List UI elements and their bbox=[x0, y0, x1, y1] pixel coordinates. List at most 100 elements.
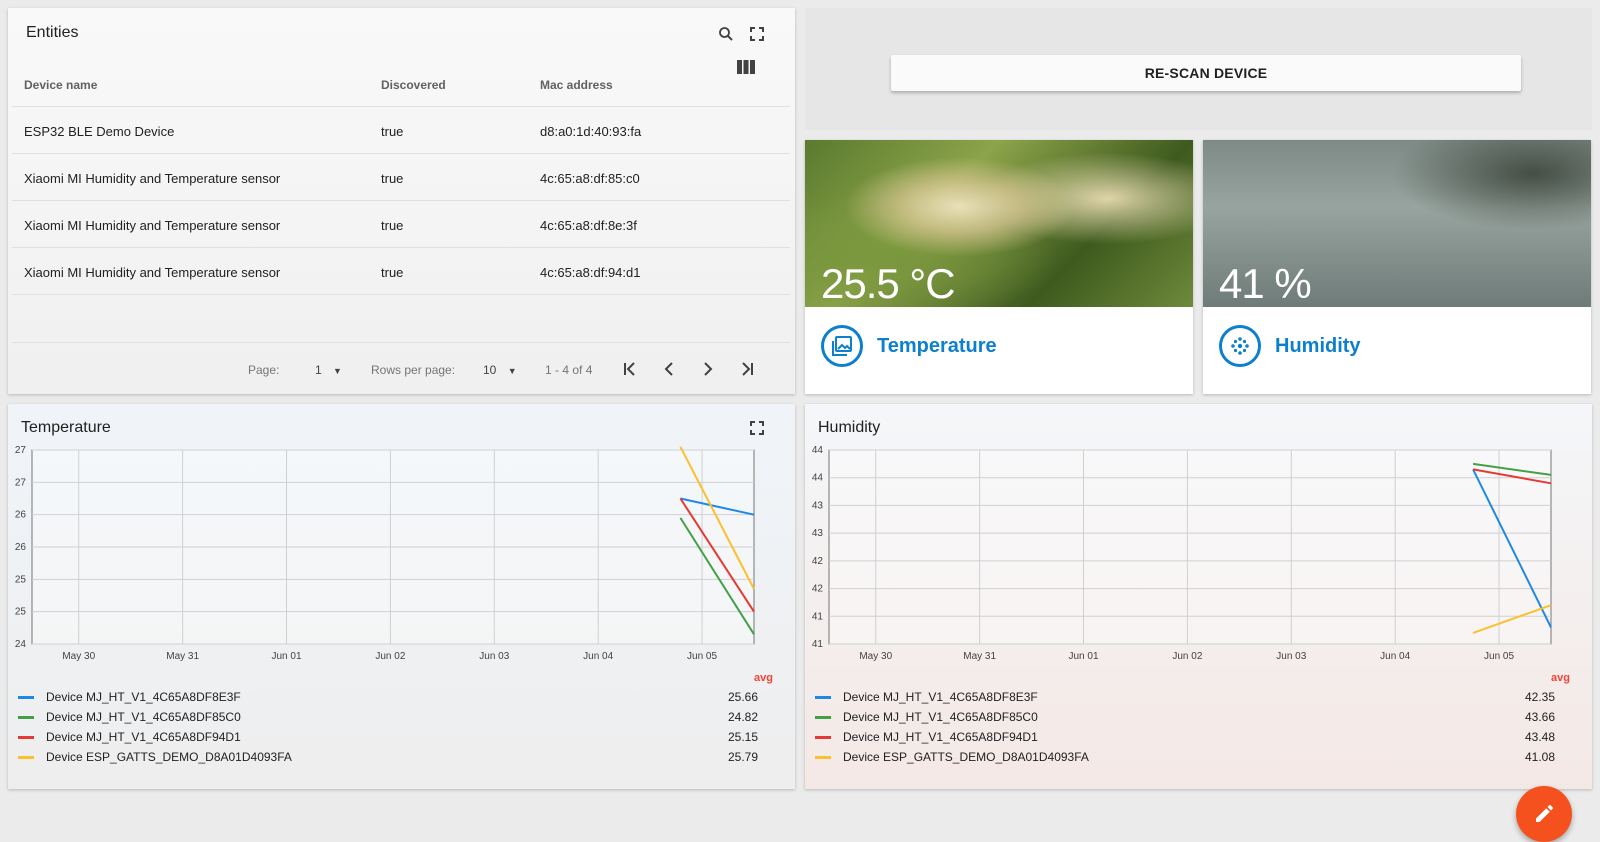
water-dots-icon[interactable] bbox=[1219, 325, 1261, 367]
legend-avg-value: 41.08 bbox=[1524, 750, 1555, 764]
x-tick-label: Jun 04 bbox=[1380, 651, 1410, 662]
page-label: Page: bbox=[248, 363, 280, 377]
legend-item[interactable]: Device MJ_HT_V1_4C65A8DF85C0 43.66 bbox=[815, 708, 1555, 726]
table-row[interactable]: Xiaomi MI Humidity and Temperature senso… bbox=[12, 247, 790, 294]
y-tick-label: 42 bbox=[812, 556, 824, 567]
y-tick-label: 41 bbox=[812, 639, 824, 650]
discovered-cell: true bbox=[381, 171, 404, 186]
y-tick-label: 25 bbox=[15, 574, 27, 585]
x-tick-label: Jun 04 bbox=[583, 651, 613, 662]
search-icon[interactable] bbox=[714, 22, 738, 46]
column-header-mac[interactable]: Mac address bbox=[540, 78, 613, 92]
x-tick-label: Jun 05 bbox=[687, 651, 717, 662]
fullscreen-icon[interactable] bbox=[745, 416, 769, 440]
legend-series-name: Device ESP_GATTS_DEMO_D8A01D4093FA bbox=[843, 750, 1089, 764]
legend-item[interactable]: Device ESP_GATTS_DEMO_D8A01D4093FA 41.08 bbox=[815, 748, 1555, 766]
legend-item[interactable]: Device MJ_HT_V1_4C65A8DF94D1 25.15 bbox=[18, 728, 758, 746]
dropdown-arrow-icon: ▼ bbox=[333, 366, 342, 376]
table-footer-divider bbox=[12, 342, 790, 343]
legend-series-name: Device MJ_HT_V1_4C65A8DF8E3F bbox=[843, 690, 1038, 704]
mac-cell: 4c:65:a8:df:8e:3f bbox=[540, 218, 637, 233]
temperature-value: 25.5 °C bbox=[821, 260, 956, 307]
edit-fab-button[interactable] bbox=[1516, 786, 1572, 842]
mac-cell: 4c:65:a8:df:94:d1 bbox=[540, 265, 641, 280]
temperature-chart-title: Temperature bbox=[21, 419, 111, 436]
y-tick-label: 24 bbox=[15, 639, 27, 650]
humidity-chart-card: Humidity May 30 May 31 Jun 01 Jun 02 Jun 03 J… bbox=[805, 404, 1592, 789]
x-tick-label: Jun 01 bbox=[272, 651, 302, 662]
last-page-icon[interactable] bbox=[736, 358, 758, 380]
y-tick-label: 42 bbox=[812, 584, 824, 595]
legend-series-name: Device ESP_GATTS_DEMO_D8A01D4093FA bbox=[46, 750, 292, 764]
device-name-cell: Xiaomi MI Humidity and Temperature senso… bbox=[24, 171, 281, 186]
legend-swatch bbox=[18, 736, 34, 739]
pencil-icon bbox=[1536, 805, 1553, 822]
legend-item[interactable]: Device MJ_HT_V1_4C65A8DF94D1 43.48 bbox=[815, 728, 1555, 746]
humidity-value: 41 % bbox=[1219, 260, 1312, 307]
rows-per-page-value: 10 bbox=[483, 363, 497, 377]
legend-item[interactable]: Device ESP_GATTS_DEMO_D8A01D4093FA 25.79 bbox=[18, 748, 758, 766]
column-header-device-name[interactable]: Device name bbox=[24, 78, 97, 92]
table-row[interactable]: ESP32 BLE Demo Device true d8:a0:1d:40:9… bbox=[12, 106, 790, 153]
y-tick-label: 25 bbox=[15, 607, 27, 618]
legend-series-name: Device MJ_HT_V1_4C65A8DF85C0 bbox=[843, 710, 1038, 724]
column-header-discovered[interactable]: Discovered bbox=[381, 78, 446, 92]
entities-title: Entities bbox=[26, 24, 79, 41]
y-tick-label: 44 bbox=[812, 445, 824, 456]
legend-swatch bbox=[815, 696, 831, 699]
x-tick-label: Jun 03 bbox=[479, 651, 509, 662]
device-name-cell: Xiaomi MI Humidity and Temperature senso… bbox=[24, 265, 281, 280]
legend-series-name: Device MJ_HT_V1_4C65A8DF94D1 bbox=[843, 730, 1038, 744]
humidity-tile-footer: Humidity bbox=[1203, 307, 1591, 394]
temperature-line-chart[interactable]: May 30 May 31 Jun 01 Jun 02 Jun 03 Jun 04 Jun … bbox=[8, 444, 795, 674]
legend-series-name: Device MJ_HT_V1_4C65A8DF8E3F bbox=[46, 690, 241, 704]
x-tick-label: Jun 03 bbox=[1276, 651, 1306, 662]
legend-series-name: Device MJ_HT_V1_4C65A8DF94D1 bbox=[46, 730, 241, 744]
mac-cell: d8:a0:1d:40:93:fa bbox=[540, 124, 642, 139]
legend-item[interactable]: Device MJ_HT_V1_4C65A8DF85C0 24.82 bbox=[18, 708, 758, 726]
previous-page-icon[interactable] bbox=[658, 358, 680, 380]
rescan-card: RE-SCAN DEVICE bbox=[805, 8, 1592, 130]
discovered-cell: true bbox=[381, 265, 404, 280]
humidity-label[interactable]: Humidity bbox=[1275, 335, 1361, 358]
legend-swatch bbox=[815, 736, 831, 739]
avg-column-header: avg bbox=[1551, 672, 1570, 684]
legend-avg-value: 24.82 bbox=[727, 710, 758, 724]
humidity-line-chart[interactable]: May 30 May 31 Jun 01 Jun 02 Jun 03 Jun 04 Jun … bbox=[805, 444, 1592, 674]
rescan-device-button[interactable]: RE-SCAN DEVICE bbox=[891, 55, 1521, 91]
legend-swatch bbox=[18, 716, 34, 719]
x-tick-label: Jun 01 bbox=[1069, 651, 1099, 662]
dropdown-arrow-icon: ▼ bbox=[507, 366, 517, 376]
rows-per-page-select[interactable]: 10 ▼ bbox=[483, 363, 517, 377]
humidity-tile[interactable]: 41 % Humidity bbox=[1203, 140, 1591, 394]
y-tick-label: 43 bbox=[812, 528, 824, 539]
rows-per-page-label: Rows per page: bbox=[371, 363, 456, 377]
x-tick-label: May 30 bbox=[859, 651, 892, 662]
x-tick-label: Jun 02 bbox=[1172, 651, 1202, 662]
y-tick-label: 43 bbox=[812, 500, 824, 511]
mac-cell: 4c:65:a8:df:85:c0 bbox=[540, 171, 640, 186]
table-row[interactable]: Xiaomi MI Humidity and Temperature senso… bbox=[12, 200, 790, 247]
plot-area bbox=[828, 449, 1552, 645]
pagination-range: 1 - 4 of 4 bbox=[545, 363, 593, 377]
legend-item[interactable]: Device MJ_HT_V1_4C65A8DF8E3F 42.35 bbox=[815, 688, 1555, 706]
discovered-cell: true bbox=[381, 124, 404, 139]
temperature-label[interactable]: Temperature bbox=[877, 335, 997, 358]
table-row[interactable]: Xiaomi MI Humidity and Temperature senso… bbox=[12, 153, 790, 200]
image-icon[interactable] bbox=[821, 325, 863, 367]
avg-column-header: avg bbox=[754, 672, 773, 684]
humidity-chart-title: Humidity bbox=[818, 419, 881, 436]
page-select[interactable]: 1 ▼ bbox=[315, 363, 342, 377]
legend-avg-value: 25.66 bbox=[727, 690, 758, 704]
legend-item[interactable]: Device MJ_HT_V1_4C65A8DF8E3F 25.66 bbox=[18, 688, 758, 706]
table-divider bbox=[12, 294, 790, 295]
fullscreen-icon[interactable] bbox=[745, 22, 769, 46]
columns-icon[interactable] bbox=[734, 55, 758, 79]
first-page-icon[interactable] bbox=[619, 358, 641, 380]
device-name-cell: Xiaomi MI Humidity and Temperature senso… bbox=[24, 218, 281, 233]
temperature-tile[interactable]: 25.5 °C Temperature bbox=[805, 140, 1193, 394]
y-tick-label: 41 bbox=[812, 611, 824, 622]
device-name-cell: ESP32 BLE Demo Device bbox=[24, 124, 175, 139]
entities-card: Entities Device name Discovered Mac addr… bbox=[8, 8, 795, 394]
next-page-icon[interactable] bbox=[697, 358, 719, 380]
